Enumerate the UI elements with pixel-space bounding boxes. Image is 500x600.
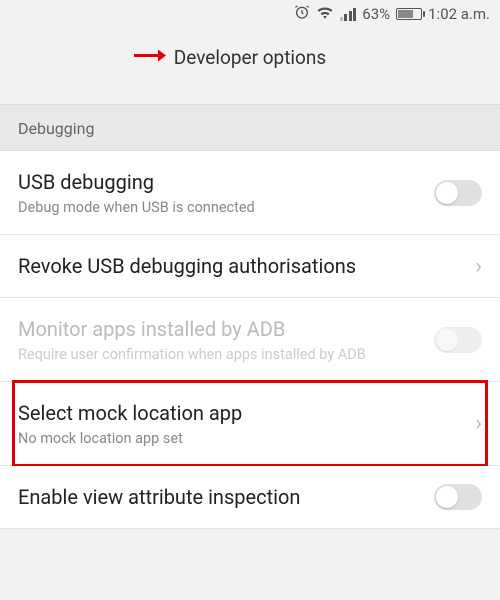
status-time: 1:02 a.m.: [428, 5, 490, 23]
annotation-arrow: [134, 48, 166, 67]
toggle-monitor-adb: [434, 327, 482, 353]
row-title: Monitor apps installed by ADB: [18, 316, 434, 342]
row-subtitle: Require user confirmation when apps inst…: [18, 346, 434, 363]
chevron-right-icon: ›: [467, 254, 482, 279]
row-title: Revoke USB debugging authorisations: [18, 253, 467, 279]
app-header: Developer options: [0, 28, 500, 86]
row-mock-location[interactable]: Select mock location app No mock locatio…: [0, 382, 500, 466]
row-subtitle: No mock location app set: [18, 430, 467, 447]
row-monitor-adb: Monitor apps installed by ADB Require us…: [0, 298, 500, 382]
section-header-debugging: Debugging: [0, 104, 500, 151]
row-view-attribute[interactable]: Enable view attribute inspection: [0, 466, 500, 529]
toggle-view-attribute[interactable]: [434, 484, 482, 510]
row-subtitle: Debug mode when USB is connected: [18, 199, 434, 216]
battery-percent: 63%: [362, 5, 390, 23]
page-title: Developer options: [174, 46, 326, 69]
chevron-right-icon: ›: [467, 411, 482, 436]
battery-icon: [396, 8, 422, 20]
wifi-icon: [316, 5, 334, 23]
toggle-usb-debugging[interactable]: [434, 180, 482, 206]
row-title: Select mock location app: [18, 400, 467, 426]
row-revoke-usb[interactable]: Revoke USB debugging authorisations ›: [0, 235, 500, 298]
row-title: Enable view attribute inspection: [18, 484, 434, 510]
status-bar: 63% 1:02 a.m.: [0, 0, 500, 28]
alarm-icon: [294, 4, 310, 24]
signal-icon: [340, 7, 357, 21]
row-title: USB debugging: [18, 169, 434, 195]
row-usb-debugging[interactable]: USB debugging Debug mode when USB is con…: [0, 151, 500, 235]
